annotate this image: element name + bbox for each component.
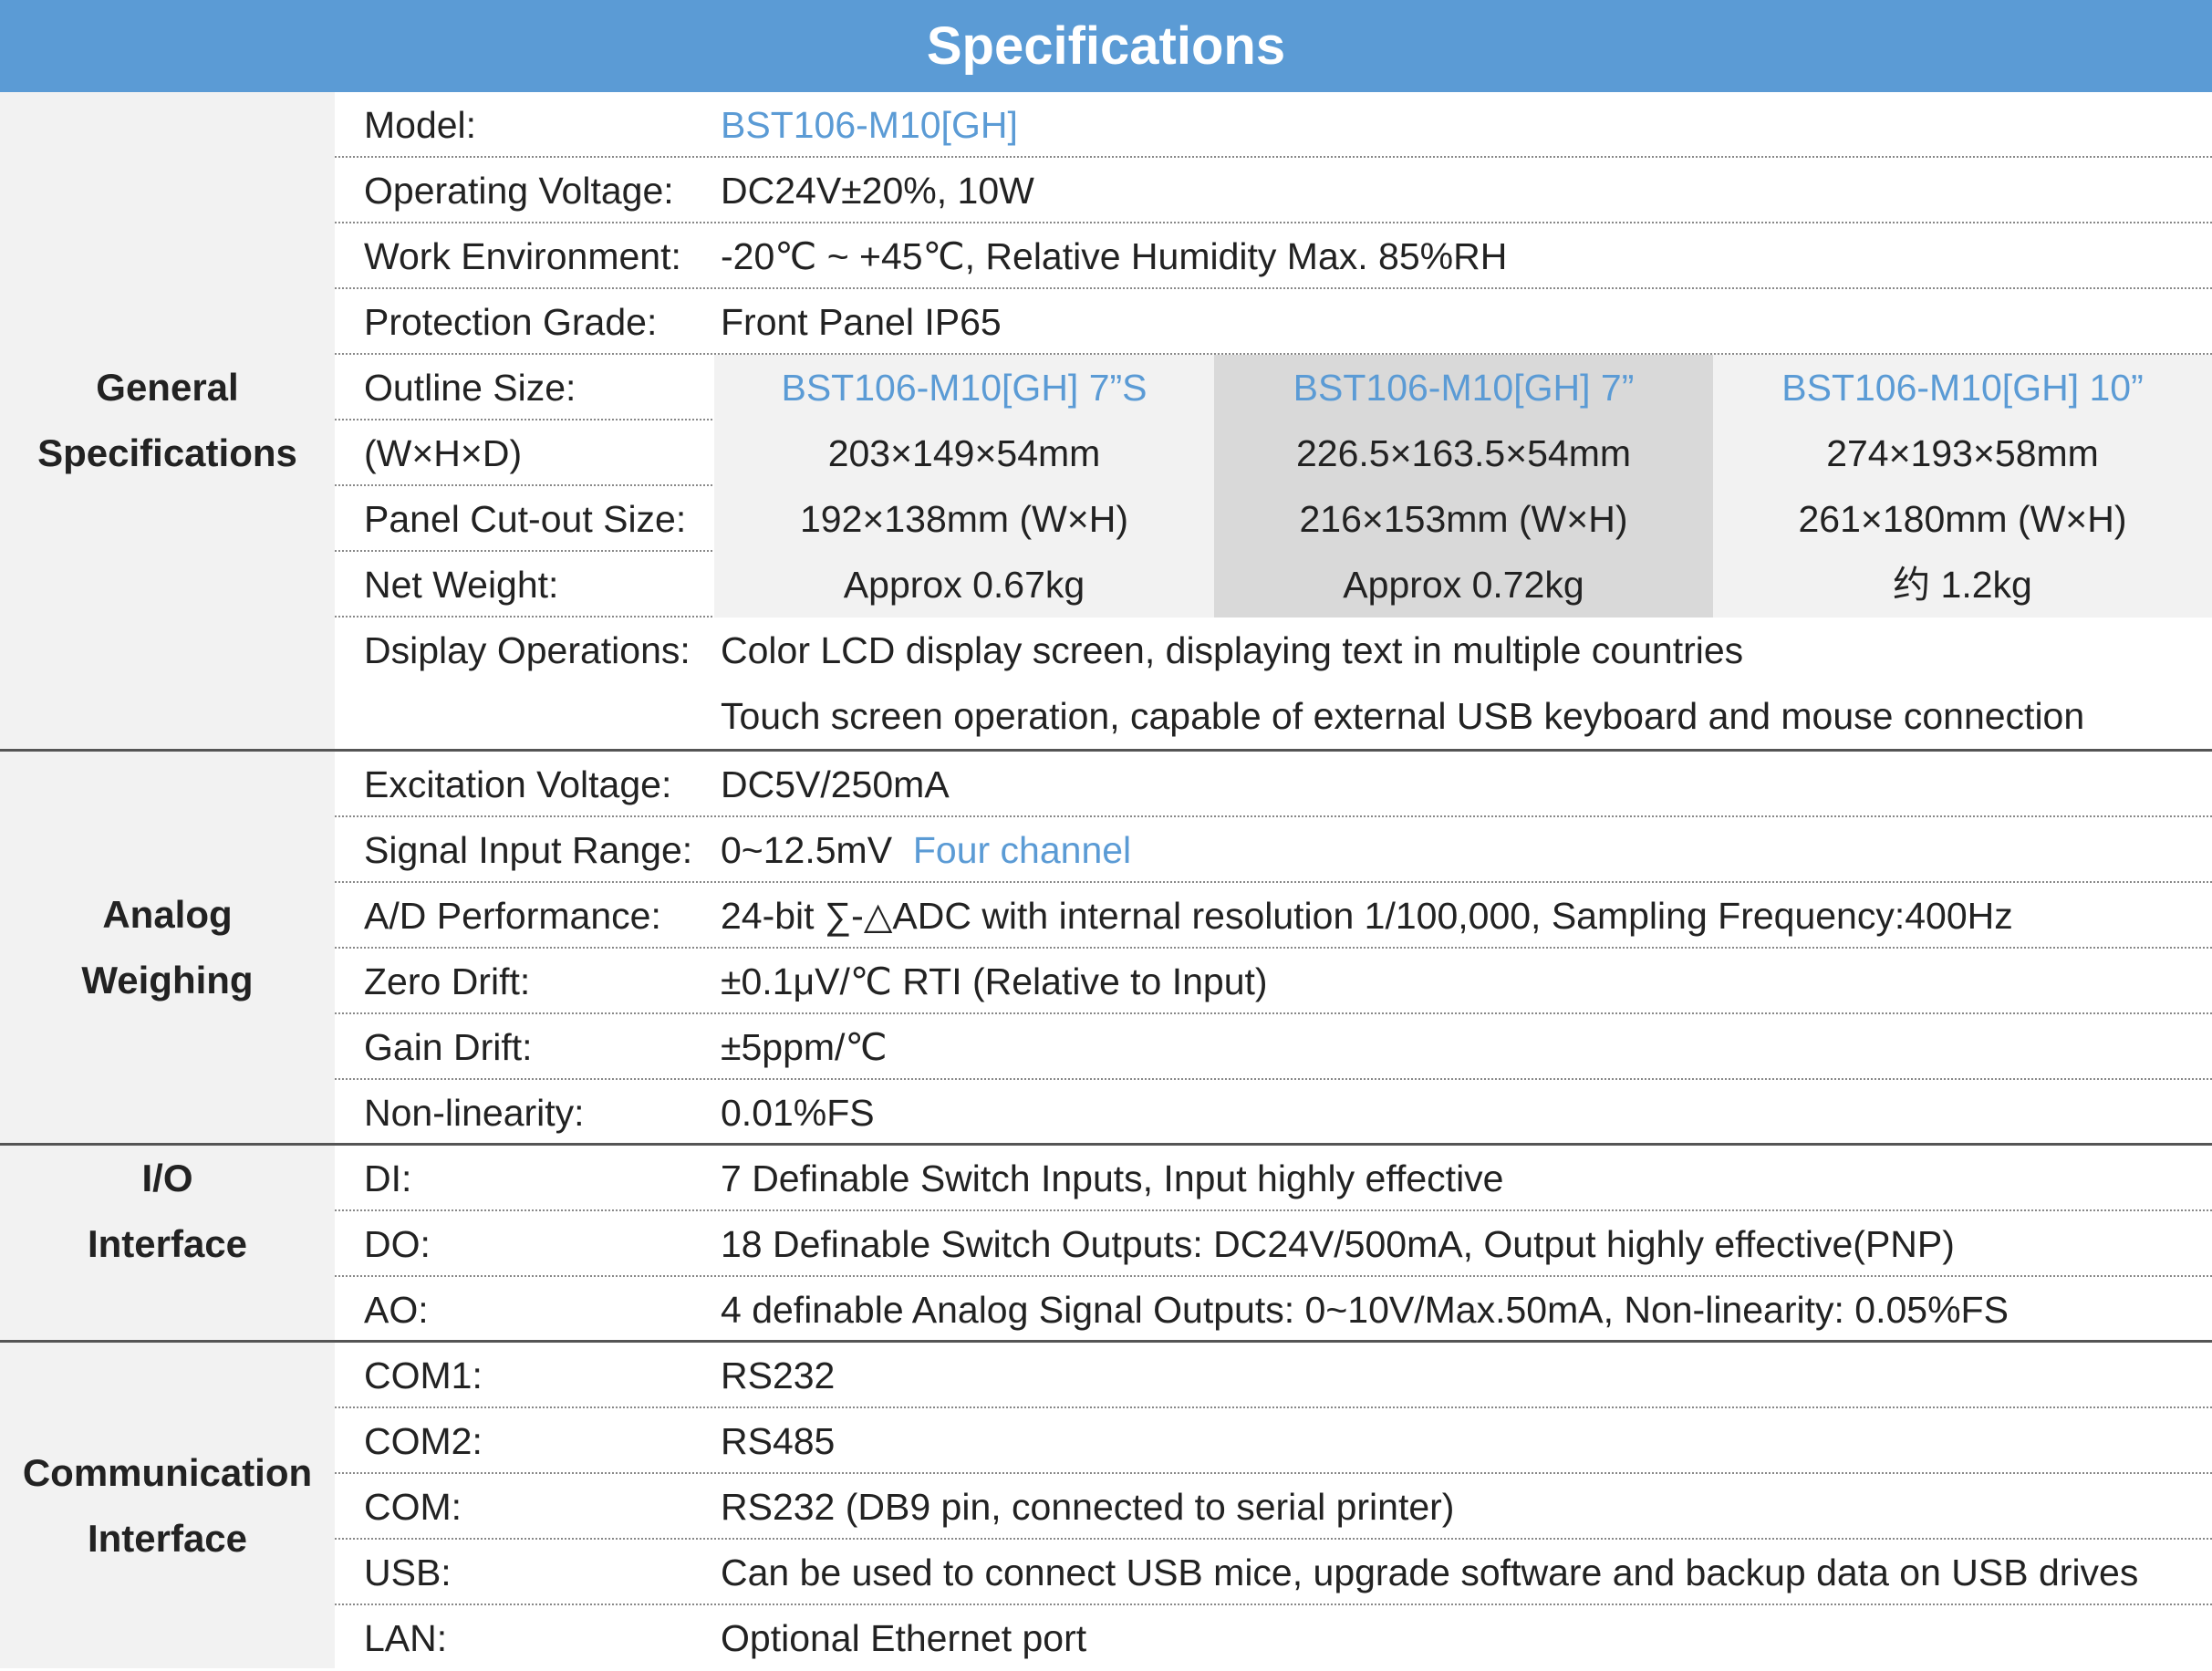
section-label-line1: General	[96, 366, 239, 409]
section-label-line1: Communication	[22, 1450, 313, 1494]
spec-row-outline: Outline Size: BST106-M10[GH] 7”S BST106-…	[335, 355, 2212, 420]
spec-value: 4 definable Analog Signal Outputs: 0~10V…	[721, 1289, 2009, 1331]
spec-label: Non-linearity:	[364, 1092, 585, 1134]
spec-label: Outline Size:	[364, 367, 576, 409]
spec-value: ±0.1μV/℃ RTI (Relative to Input)	[721, 960, 1268, 1002]
spec-row-voltage: Operating Voltage: DC24V±20%, 10W	[335, 158, 2212, 223]
signal-range: 0~12.5mV	[721, 829, 893, 871]
spec-value: RS485	[721, 1420, 836, 1462]
spec-label: USB:	[364, 1552, 452, 1593]
section-label-line2: Interface	[87, 1222, 248, 1265]
spec-value: Front Panel IP65	[721, 301, 1002, 343]
spec-value: 7 Definable Switch Inputs, Input highly …	[721, 1157, 1504, 1199]
model-cutout-cell: 216×153mm (W×H)	[1214, 486, 1713, 552]
spec-row-usb: USB: Can be used to connect USB mice, up…	[335, 1540, 2212, 1605]
model-size-cell: 226.5×163.5×54mm	[1214, 420, 1713, 486]
spec-label: A/D Performance:	[364, 895, 661, 937]
spec-label: Model:	[364, 104, 477, 146]
section-label-line2: Weighing	[81, 958, 254, 1002]
spec-row-weight: Net Weight: Approx 0.67kg Approx 0.72kg …	[335, 552, 2212, 618]
spec-value: DC24V±20%, 10W	[721, 170, 1034, 212]
section-general: General Specifications Model: BST106-M10…	[0, 92, 2212, 752]
section-io: I/O Interface DI: 7 Definable Switch Inp…	[0, 1146, 2212, 1343]
spec-value: RS232 (DB9 pin, connected to serial prin…	[721, 1486, 1455, 1528]
model-size-cell: 274×193×58mm	[1713, 420, 2212, 486]
model-weight-cell: Approx 0.72kg	[1214, 552, 1713, 618]
spec-row-di: DI: 7 Definable Switch Inputs, Input hig…	[335, 1146, 2212, 1211]
model-name-cell: BST106-M10[GH] 7”S	[714, 355, 1214, 420]
spec-value: Optional Ethernet port	[721, 1617, 1087, 1659]
spec-label: Operating Voltage:	[364, 170, 674, 212]
spec-label: Panel Cut-out Size:	[364, 498, 687, 540]
spec-row-protection: Protection Grade: Front Panel IP65	[335, 289, 2212, 355]
spec-row-excitation: Excitation Voltage: DC5V/250mA	[335, 752, 2212, 817]
model-cutout-cell: 261×180mm (W×H)	[1713, 486, 2212, 552]
section-label-io: I/O Interface	[0, 1146, 335, 1340]
spec-label: COM2:	[364, 1420, 483, 1462]
spec-row-nonlinearity: Non-linearity: 0.01%FS	[335, 1080, 2212, 1146]
section-label-line1: Analog	[102, 892, 233, 936]
spec-value: 0.01%FS	[721, 1092, 875, 1134]
spec-label: Net Weight:	[364, 564, 559, 606]
spec-label: Zero Drift:	[364, 960, 531, 1002]
spec-value: DC5V/250mA	[721, 763, 950, 805]
spec-row-signal: Signal Input Range: 0~12.5mV Four channe…	[335, 817, 2212, 883]
spec-label: LAN:	[364, 1617, 448, 1659]
spec-row-environment: Work Environment: -20℃ ~ +45℃, Relative …	[335, 223, 2212, 289]
spec-label: Signal Input Range:	[364, 829, 693, 871]
spec-value: 24-bit ∑-△ADC with internal resolution 1…	[721, 895, 2013, 937]
spec-label: (W×H×D)	[364, 432, 523, 474]
spec-label: AO:	[364, 1289, 429, 1331]
spec-row-model: Model: BST106-M10[GH]	[335, 92, 2212, 158]
spec-label: COM:	[364, 1486, 462, 1528]
spec-value: 0~12.5mV Four channel	[721, 817, 1131, 883]
spec-value: -20℃ ~ +45℃, Relative Humidity Max. 85%R…	[721, 235, 1508, 277]
spec-label: Work Environment:	[364, 235, 681, 277]
spec-value: ±5ppm/℃	[721, 1026, 888, 1068]
spec-label: Protection Grade:	[364, 301, 658, 343]
spec-label: Excitation Voltage:	[364, 763, 672, 805]
spec-row-com: COM: RS232 (DB9 pin, connected to serial…	[335, 1474, 2212, 1540]
model-name-cell: BST106-M10[GH] 10”	[1713, 355, 2212, 420]
spec-row-cutout: Panel Cut-out Size: 192×138mm (W×H) 216×…	[335, 486, 2212, 552]
model-weight-cell: Approx 0.67kg	[714, 552, 1214, 618]
spec-label: Gain Drift:	[364, 1026, 533, 1068]
section-label-analog: Analog Weighing	[0, 752, 335, 1143]
model-weight-cell: 约 1.2kg	[1713, 552, 2212, 618]
model-name-cell: BST106-M10[GH] 7”	[1214, 355, 1713, 420]
spec-value: BST106-M10[GH]	[721, 104, 1018, 146]
spec-row-ao: AO: 4 definable Analog Signal Outputs: 0…	[335, 1277, 2212, 1343]
spec-row-zero-drift: Zero Drift: ±0.1μV/℃ RTI (Relative to In…	[335, 949, 2212, 1014]
section-analog: Analog Weighing Excitation Voltage: DC5V…	[0, 752, 2212, 1146]
spec-value: Can be used to connect USB mice, upgrade…	[721, 1552, 2139, 1593]
signal-channels: Four channel	[912, 829, 1132, 871]
spec-value: RS232	[721, 1354, 836, 1396]
spec-label: DO:	[364, 1223, 431, 1265]
spec-label: COM1:	[364, 1354, 483, 1396]
spec-label: DI:	[364, 1157, 412, 1199]
spec-label: Dsiplay Operations:	[364, 629, 691, 671]
spec-row-display: Dsiplay Operations: Color LCD display sc…	[335, 618, 2212, 749]
section-label-general: General Specifications	[0, 92, 335, 749]
spec-row-gain-drift: Gain Drift: ±5ppm/℃	[335, 1014, 2212, 1080]
section-label-line2: Interface	[87, 1516, 248, 1560]
section-label-line1: I/O	[141, 1157, 193, 1199]
spec-row-do: DO: 18 Definable Switch Outputs: DC24V/5…	[335, 1211, 2212, 1277]
section-label-line2: Specifications	[37, 431, 297, 474]
spec-value: Color LCD display screen, displaying tex…	[721, 629, 1744, 671]
section-label-comm: Communication Interface	[0, 1343, 335, 1668]
spec-row-com1: COM1: RS232	[335, 1343, 2212, 1408]
model-cutout-cell: 192×138mm (W×H)	[714, 486, 1214, 552]
spec-value: 18 Definable Switch Outputs: DC24V/500mA…	[721, 1223, 1955, 1265]
spec-row-dimensions: (W×H×D) 203×149×54mm 226.5×163.5×54mm 27…	[335, 420, 2212, 486]
spec-row-lan: LAN: Optional Ethernet port	[335, 1605, 2212, 1671]
spec-row-com2: COM2: RS485	[335, 1408, 2212, 1474]
spec-row-ad: A/D Performance: 24-bit ∑-△ADC with inte…	[335, 883, 2212, 949]
page-title: Specifications	[0, 0, 2212, 92]
section-comm: Communication Interface COM1: RS232 COM2…	[0, 1343, 2212, 1668]
spec-value: Touch screen operation, capable of exter…	[721, 695, 2085, 737]
model-size-cell: 203×149×54mm	[714, 420, 1214, 486]
